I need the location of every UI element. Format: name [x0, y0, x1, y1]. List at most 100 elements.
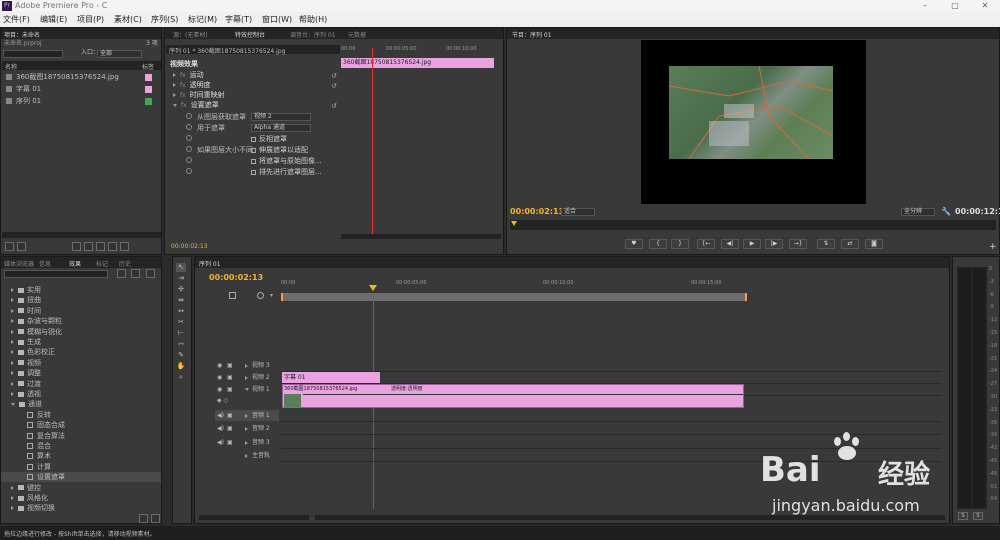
- expand-icon[interactable]: [11, 496, 14, 500]
- effects-item[interactable]: 生成: [1, 337, 161, 347]
- ec-prop-dropdown[interactable]: 视频 2: [251, 113, 311, 121]
- checkbox-icon[interactable]: [251, 169, 256, 175]
- expand-icon[interactable]: [173, 103, 177, 107]
- icon-view-icon[interactable]: [17, 242, 26, 251]
- tab-program[interactable]: 节目：序列 01: [512, 30, 552, 39]
- program-timecode[interactable]: 00:00:02:13: [510, 207, 564, 216]
- fx-tab-0[interactable]: 媒体浏览器: [4, 259, 34, 268]
- zoom-tool-icon[interactable]: ⌕: [176, 373, 186, 382]
- rolling-edit-tool-icon[interactable]: ⇹: [176, 296, 186, 305]
- project-item[interactable]: 字幕 01: [2, 84, 161, 94]
- eye-icon[interactable]: ◉: [217, 384, 222, 395]
- wrench-icon[interactable]: 🔧: [941, 207, 951, 216]
- reset-icon[interactable]: ↺: [331, 72, 337, 80]
- expand-icon[interactable]: [245, 364, 248, 368]
- menu-item-2[interactable]: 项目(P): [77, 14, 104, 25]
- ripple-edit-tool-icon[interactable]: ✣: [176, 285, 186, 294]
- clear-icon[interactable]: [120, 242, 129, 251]
- track-header[interactable]: ◀) ▣ 音频 2: [215, 423, 279, 434]
- ec-ruler[interactable]: 00:00 00:00:05:00 00:00:10:00: [341, 46, 499, 54]
- speaker-icon[interactable]: ◀): [217, 410, 224, 421]
- automate-icon[interactable]: [72, 242, 81, 251]
- effects-item[interactable]: 计算: [1, 462, 161, 472]
- tab-2[interactable]: 调音台：序列 01: [290, 30, 336, 39]
- expand-icon[interactable]: [11, 329, 14, 334]
- program-scrubber[interactable]: [510, 220, 996, 230]
- menu-item-7[interactable]: 窗口(W): [262, 14, 292, 25]
- expand-icon[interactable]: [11, 371, 14, 376]
- fit-dropdown[interactable]: 适合: [561, 208, 595, 216]
- list-view-icon[interactable]: [5, 242, 14, 251]
- menu-item-5[interactable]: 标记(M): [188, 14, 217, 25]
- expand-icon[interactable]: [245, 427, 248, 431]
- timeline-timecode[interactable]: 00:00:02:13: [209, 273, 263, 282]
- effects-item[interactable]: 固态合成: [1, 420, 161, 430]
- maximize-icon[interactable]: ▢: [945, 0, 965, 12]
- ec-clip-bar[interactable]: 360截图18750815376524.jpg: [341, 58, 494, 68]
- ec-prop-check[interactable]: 反相遮罩: [251, 134, 287, 144]
- ec-effect-3[interactable]: fx 设置遮罩: [173, 100, 343, 110]
- ec-prop-check[interactable]: 伸展遮罩以适配: [251, 145, 308, 155]
- tab-1[interactable]: 特效控制台: [235, 30, 265, 39]
- rate-stretch-tool-icon[interactable]: ↔: [176, 307, 186, 316]
- track-header[interactable]: ◀) ▣ 音频 3: [215, 437, 279, 448]
- pen-tool-icon[interactable]: ✎: [176, 351, 186, 360]
- minimize-icon[interactable]: –: [915, 0, 935, 12]
- mark-out-point-icon[interactable]: }: [671, 239, 689, 249]
- reset-icon[interactable]: ↺: [331, 102, 337, 110]
- in-dropdown[interactable]: 全部: [97, 50, 142, 58]
- program-canvas[interactable]: [641, 40, 866, 204]
- play-icon[interactable]: ▶: [743, 239, 761, 249]
- expand-icon[interactable]: [11, 360, 14, 365]
- effects-item[interactable]: 设置遮罩: [1, 472, 161, 483]
- project-item[interactable]: 序列 01: [2, 96, 161, 106]
- expand-icon[interactable]: [11, 288, 14, 292]
- effects-item[interactable]: 实用: [1, 285, 161, 295]
- effects-item[interactable]: 混合: [1, 441, 161, 451]
- timeline-playhead-icon[interactable]: [369, 285, 377, 291]
- stopwatch-icon[interactable]: [186, 157, 192, 163]
- menu-item-1[interactable]: 编辑(E): [40, 14, 67, 25]
- work-area-bar[interactable]: [281, 293, 747, 301]
- collapse-icon[interactable]: [11, 402, 15, 406]
- fx-tab-4[interactable]: 历史: [119, 259, 131, 268]
- expand-icon[interactable]: [245, 454, 248, 458]
- effects-item[interactable]: 算术: [1, 451, 161, 461]
- project-scrollbar[interactable]: [2, 232, 161, 238]
- expand-icon[interactable]: [11, 319, 14, 324]
- track-header[interactable]: 主音轨: [215, 450, 279, 461]
- expand-icon[interactable]: [245, 414, 248, 418]
- ec-effect-1[interactable]: fx 透明度: [173, 80, 343, 90]
- speaker-icon[interactable]: ◀): [217, 437, 224, 448]
- accelerated-icon[interactable]: [117, 269, 126, 278]
- expand-icon[interactable]: [245, 441, 248, 445]
- new-item-icon[interactable]: [108, 242, 117, 251]
- lock-icon[interactable]: ▣: [227, 410, 233, 421]
- menu-item-3[interactable]: 素材(C): [114, 14, 142, 25]
- expand-icon[interactable]: [173, 93, 176, 97]
- effects-item[interactable]: 视频: [1, 358, 161, 368]
- lock-icon[interactable]: ▣: [227, 423, 233, 434]
- opacity-line[interactable]: [303, 394, 743, 395]
- track-select-tool-icon[interactable]: ⇥: [176, 274, 186, 283]
- effects-item[interactable]: 模糊与锐化: [1, 327, 161, 337]
- razor-tool-icon[interactable]: ✂: [176, 318, 186, 327]
- find-icon[interactable]: [84, 242, 93, 251]
- 32bit-icon[interactable]: [131, 269, 140, 278]
- program-playhead-icon[interactable]: [511, 221, 517, 226]
- hand-tool-icon[interactable]: ✋: [176, 362, 186, 371]
- effects-item[interactable]: 键控: [1, 483, 161, 493]
- tab-sequence[interactable]: 序列 01: [199, 259, 221, 268]
- export-frame-icon[interactable]: ◙: [865, 239, 883, 249]
- expand-icon[interactable]: [11, 340, 14, 344]
- expand-icon[interactable]: [173, 83, 176, 87]
- menu-item-6[interactable]: 字幕(T): [225, 14, 252, 25]
- speaker-icon[interactable]: ◀): [217, 423, 224, 434]
- lock-icon[interactable]: ▣: [227, 360, 233, 371]
- new-bin-icon[interactable]: [96, 242, 105, 251]
- timeline-ruler[interactable]: 00:00 00:00:05:00 00:00:10:00 00:00:15:00: [281, 277, 941, 291]
- clip-title-01[interactable]: 字幕 01: [282, 372, 380, 383]
- tab-3[interactable]: 元数据: [348, 30, 366, 39]
- ec-prop-check[interactable]: 将遮罩与原始图像...: [251, 156, 322, 166]
- slide-tool-icon[interactable]: ⇿: [176, 340, 186, 349]
